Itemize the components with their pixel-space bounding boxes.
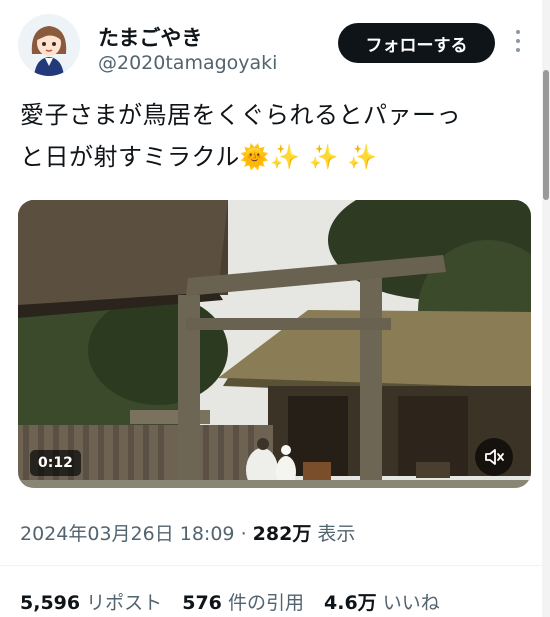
quotes-stat[interactable]: 576 件の引用 <box>182 592 304 614</box>
avatar-illustration <box>18 14 80 76</box>
tweet-meta: 2024年03月26日 18:09 · 282万 表示 <box>20 519 355 546</box>
view-count: 282万 <box>252 523 312 545</box>
scrollbar[interactable] <box>542 0 550 617</box>
user-handle[interactable]: @2020tamagoyaki <box>98 52 277 74</box>
sun-sparkle-emojis: 🌞✨ ✨ ✨ <box>239 143 378 171</box>
tweet-text-line-2: と日が射すミラクル🌞✨ ✨ ✨ <box>20 136 530 178</box>
tweet-header: たまごやき @2020tamagoyaki フォローする <box>18 14 528 84</box>
speaker-muted-icon <box>485 449 504 465</box>
divider <box>0 565 542 566</box>
quotes-count: 576 <box>182 592 222 614</box>
likes-stat[interactable]: 4.6万 いいね <box>324 592 440 614</box>
tweet-text-line-1: 愛子さまが鳥居をくぐられるとパァーっ <box>20 101 461 129</box>
quotes-label: 件の引用 <box>227 592 304 614</box>
meta-separator: · <box>240 523 247 545</box>
reposts-label: リポスト <box>86 592 163 614</box>
scrollbar-thumb[interactable] <box>543 70 549 200</box>
follow-button[interactable]: フォローする <box>338 23 495 63</box>
tweet-text-line-2-text: と日が射すミラクル <box>20 143 240 171</box>
more-options-icon[interactable] <box>514 30 522 56</box>
mute-button[interactable] <box>475 438 513 476</box>
video-duration-badge: 0:12 <box>30 450 81 476</box>
reposts-count: 5,596 <box>20 592 81 614</box>
reposts-stat[interactable]: 5,596 リポスト <box>20 592 162 614</box>
timestamp[interactable]: 2024年03月26日 18:09 <box>20 523 235 545</box>
avatar[interactable] <box>18 14 80 76</box>
tweet-text: 愛子さまが鳥居をくぐられるとパァーっ と日が射すミラクル🌞✨ ✨ ✨ <box>20 94 530 178</box>
view-count-label: 表示 <box>317 523 356 545</box>
likes-label: いいね <box>382 592 440 614</box>
engagement-stats: 5,596 リポスト 576 件の引用 4.6万 いいね <box>20 588 440 615</box>
likes-count: 4.6万 <box>324 592 377 614</box>
display-name[interactable]: たまごやき <box>98 22 202 52</box>
video-player[interactable]: 0:12 <box>18 200 531 488</box>
video-frame-torii-shrine <box>18 200 531 488</box>
